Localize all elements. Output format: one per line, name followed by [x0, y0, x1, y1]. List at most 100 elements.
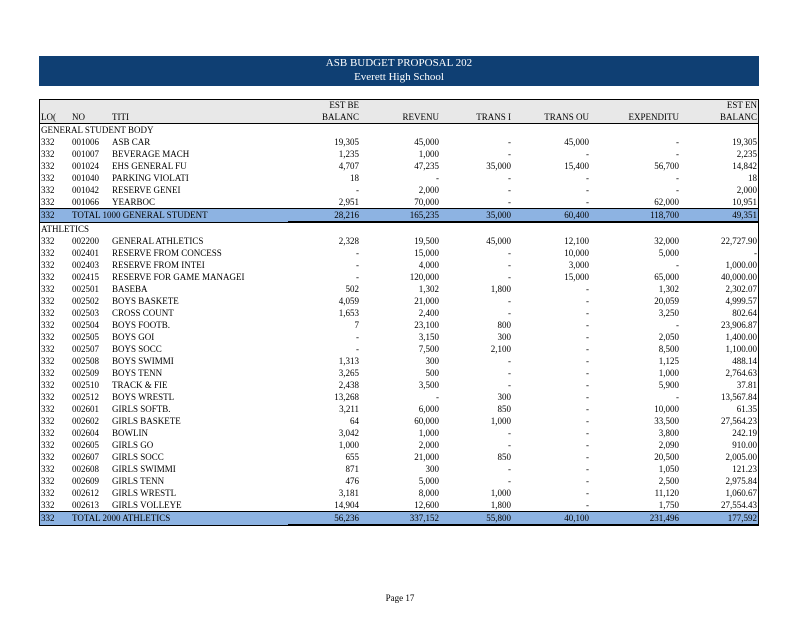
- table-cell: -: [586, 392, 589, 402]
- column-header-top: EST EN: [726, 100, 757, 110]
- column-header: LO(: [39, 111, 70, 124]
- table-cell: 1,800: [490, 284, 511, 294]
- table-cell: 121.23: [732, 464, 757, 474]
- table-cell: 5,000: [418, 476, 439, 486]
- table-cell: 500: [425, 368, 440, 378]
- table-cell: 15,000: [414, 248, 439, 258]
- table-cell: -: [586, 308, 589, 318]
- table-row: 332 002605 GIRLS GO 1,000 2,000 - - 2,090 910.00: [39, 439, 759, 451]
- table-cell: 56,700: [654, 161, 679, 171]
- table-cell: 300: [497, 392, 512, 402]
- table-row: 332 002200 GENERAL ATHLETICS 2,328 19,500 45,…: [39, 235, 759, 247]
- school-name: Everett High School: [354, 71, 444, 83]
- table-cell: 332: [41, 248, 55, 258]
- table-cell: -: [508, 368, 511, 378]
- table-cell: 2,235: [736, 149, 757, 159]
- table-cell: 1,653: [338, 308, 359, 318]
- total-cell: 332: [39, 208, 70, 223]
- table-cell: 332: [41, 296, 55, 306]
- table-cell: 14,904: [334, 500, 359, 510]
- table-cell: 002608: [72, 464, 99, 474]
- table-cell: 10,000: [654, 404, 679, 414]
- table-cell: 3,500: [418, 380, 439, 390]
- table-cell: 332: [41, 272, 55, 282]
- table-cell: BOWLIN: [112, 428, 148, 438]
- table-cell: 1,400.00: [725, 332, 758, 342]
- table-cell: 2,500: [658, 476, 679, 486]
- table-cell: 4,999.57: [725, 296, 758, 306]
- table-cell: 14,842: [732, 161, 757, 171]
- table-cell: 332: [41, 173, 55, 183]
- table-cell: 332: [41, 488, 55, 498]
- table-cell: 332: [41, 161, 55, 171]
- table-cell: 3,211: [339, 404, 359, 414]
- total-cell: 231,496: [591, 511, 681, 526]
- table-cell: 002613: [72, 500, 99, 510]
- table-cell: BOYS GOI: [112, 332, 155, 342]
- table-cell: 15,000: [564, 272, 589, 282]
- table-cell: -: [508, 185, 511, 195]
- table-cell: 47,235: [414, 161, 439, 171]
- table-cell: -: [586, 416, 589, 426]
- table-cell: GIRLS GO: [112, 440, 154, 450]
- table-cell: 002507: [72, 344, 99, 354]
- table-cell: 23,906.87: [721, 320, 757, 330]
- column-header-top: EST BE: [329, 100, 359, 110]
- table-cell: 002512: [72, 392, 99, 402]
- total-cell: 49,351: [681, 208, 759, 223]
- table-cell: -: [586, 440, 589, 450]
- column-header-top: [441, 99, 513, 111]
- table-cell: 19,500: [414, 236, 439, 246]
- table-cell: 2,328: [338, 236, 359, 246]
- table-cell: 332: [41, 404, 55, 414]
- table-cell: GIRLS SOFTB.: [112, 404, 171, 414]
- table-cell: 002605: [72, 440, 99, 450]
- table-cell: RESERVE FROM INTEI: [112, 260, 205, 270]
- section-header: GENERAL STUDENT BODY: [39, 124, 759, 137]
- table-cell: 2,050: [658, 332, 679, 342]
- table-cell: 332: [41, 149, 55, 159]
- table-cell: 45,000: [414, 137, 439, 147]
- total-row: 332 TOTAL 2000 ATHLETICS 56,236 337,152 55,8…: [39, 511, 759, 526]
- table-cell: 21,000: [414, 296, 439, 306]
- table-cell: 300: [497, 332, 512, 342]
- table-cell: GIRLS VOLLEYE: [112, 500, 182, 510]
- table-cell: 2,302.07: [725, 284, 758, 294]
- table-cell: -: [436, 392, 439, 402]
- table-cell: GIRLS SWIMMI: [112, 464, 176, 474]
- table-cell: 2,975.84: [725, 476, 758, 486]
- table-cell: 1,000: [418, 149, 439, 159]
- table-cell: 45,000: [564, 137, 589, 147]
- table-cell: 22,727.90: [721, 236, 757, 246]
- table-cell: -: [586, 476, 589, 486]
- table-cell: -: [586, 149, 589, 159]
- column-header-top: [39, 99, 70, 111]
- table-cell: 2,005.00: [725, 452, 758, 462]
- total-cell: 337,152: [361, 511, 441, 526]
- table-cell: 1,000.00: [725, 260, 758, 270]
- table-cell: 002509: [72, 368, 99, 378]
- report-title: ASB BUDGET PROPOSAL 202: [325, 57, 473, 69]
- table-cell: 910.00: [732, 440, 757, 450]
- table-cell: 12,100: [564, 236, 589, 246]
- table-cell: -: [586, 284, 589, 294]
- table-cell: 15,400: [564, 161, 589, 171]
- table-cell: 2,090: [658, 440, 679, 450]
- column-header-top: [591, 99, 681, 111]
- table-cell: -: [754, 248, 757, 258]
- column-header: EXPENDITU: [591, 111, 681, 124]
- table-cell: -: [586, 380, 589, 390]
- table-cell: GIRLS WRESTL: [112, 488, 177, 498]
- table-row: 332 002502 BOYS BASKETE 4,059 21,000 - - 20,059…: [39, 295, 759, 307]
- table-cell: 13,268: [334, 392, 359, 402]
- table-row: 332 002612 GIRLS WRESTL 3,181 8,000 1,000 - 11,…: [39, 487, 759, 499]
- table-cell: 850: [497, 452, 512, 462]
- table-cell: 65,000: [654, 272, 679, 282]
- table-cell: BOYS WRESTL: [112, 392, 175, 402]
- column-header: NO: [70, 111, 110, 124]
- column-header-top: [361, 99, 441, 111]
- table-cell: 002601: [72, 404, 99, 414]
- table-cell: 1,000: [490, 488, 511, 498]
- table-cell: -: [586, 332, 589, 342]
- table-cell: -: [508, 149, 511, 159]
